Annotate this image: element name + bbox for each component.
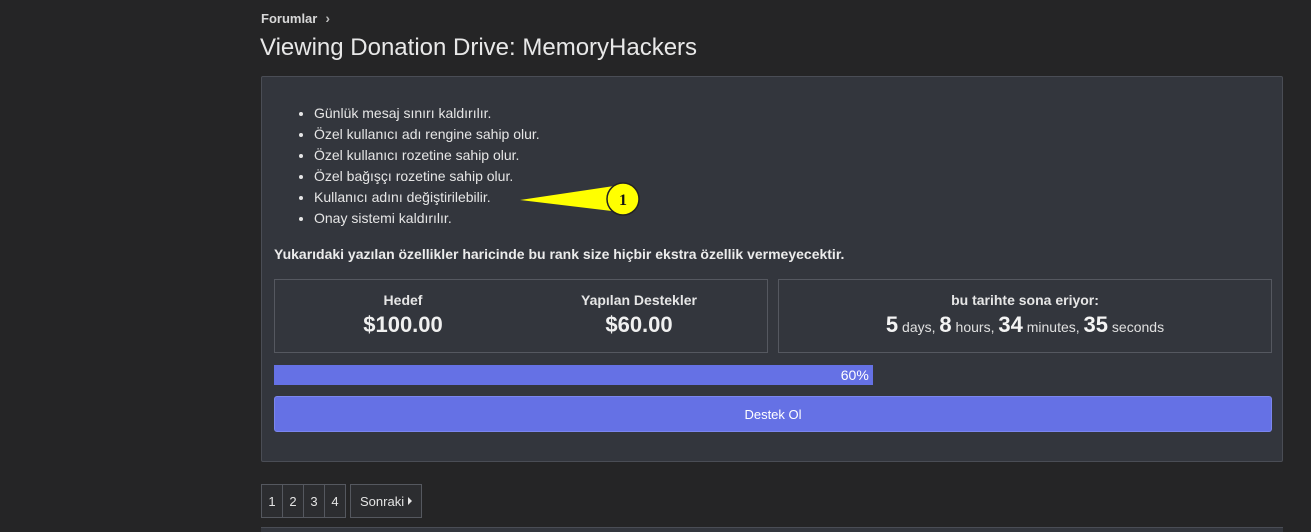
chevron-right-icon: › (325, 10, 331, 26)
page-link-4[interactable]: 4 (324, 484, 346, 518)
donation-drive-card: Günlük mesaj sınırı kaldırılır. Özel kul… (261, 76, 1283, 462)
caret-right-icon (408, 497, 413, 505)
disclaimer-note: Yukarıdaki yazılan özellikler haricinde … (274, 246, 845, 262)
perk-item: Kullanıcı adını değiştirilebilir. (314, 187, 540, 208)
countdown-minutes-unit: minutes, (1026, 319, 1080, 335)
progress-label: 60% (840, 367, 869, 383)
page-title: Viewing Donation Drive: MemoryHackers (260, 34, 698, 61)
donate-button[interactable]: Destek Ol (274, 396, 1272, 432)
goal-box: Hedef $100.00 Yapılan Destekler $60.00 (274, 279, 768, 353)
countdown-days-unit: days, (902, 319, 936, 335)
progress-bar: 60% (274, 365, 1272, 385)
perk-item: Onay sistemi kaldırılır. (314, 208, 540, 229)
goal-stat: Hedef $100.00 (303, 292, 503, 338)
end-time-box: bu tarihte sona eriyor: 5 days, 8 hours,… (778, 279, 1272, 353)
raised-stat: Yapılan Destekler $60.00 (539, 292, 739, 338)
annotation-callout: 1 (520, 182, 640, 216)
progress-fill: 60% (274, 365, 873, 385)
goal-value: $100.00 (363, 312, 443, 337)
countdown-hours: 8 (939, 312, 952, 337)
page-link-2[interactable]: 2 (282, 484, 304, 518)
goal-label: Hedef (383, 292, 423, 308)
countdown-days: 5 (885, 312, 899, 337)
countdown-hours-unit: hours, (955, 319, 995, 335)
countdown: 5 days, 8 hours, 34 minutes, 35 seconds (779, 312, 1271, 338)
perk-item: Günlük mesaj sınırı kaldırılır. (314, 103, 540, 124)
page-link-1[interactable]: 1 (261, 484, 283, 518)
countdown-seconds: 35 (1083, 312, 1109, 337)
raised-label: Yapılan Destekler (581, 292, 697, 308)
page-link-3[interactable]: 3 (303, 484, 325, 518)
breadcrumb: Forumlar › (261, 10, 330, 26)
next-page-label: Sonraki (360, 493, 405, 509)
pagination: 1 2 3 4 Sonraki (261, 484, 423, 518)
callout-number: 1 (619, 192, 627, 209)
perk-item: Özel kullanıcı rozetine sahip olur. (314, 145, 540, 166)
end-time-label: bu tarihte sona eriyor: (951, 292, 1099, 308)
perk-item: Özel bağışçı rozetine sahip olur. (314, 166, 540, 187)
perk-item: Özel kullanıcı adı rengine sahip olur. (314, 124, 540, 145)
breadcrumb-forums-link[interactable]: Forumlar (261, 11, 317, 26)
next-card-edge (261, 527, 1283, 532)
countdown-minutes: 34 (998, 312, 1023, 337)
perks-list: Günlük mesaj sınırı kaldırılır. Özel kul… (294, 103, 540, 229)
callout-pointer (520, 186, 620, 212)
countdown-seconds-unit: seconds (1111, 319, 1165, 335)
page-number-group: 1 2 3 4 (261, 484, 346, 518)
raised-value: $60.00 (605, 312, 673, 337)
next-page-button[interactable]: Sonraki (350, 484, 423, 518)
